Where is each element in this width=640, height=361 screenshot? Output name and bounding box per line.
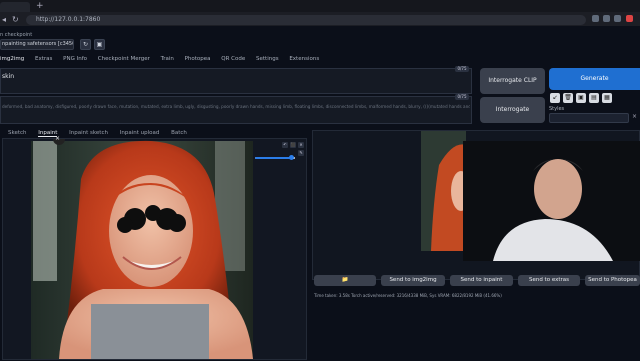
open-folder-icon[interactable]: 📁 — [314, 275, 376, 286]
output-image[interactable] — [313, 131, 640, 281]
negative-prompt-text: deformed, bad anatomy, disfigured, poorl… — [2, 104, 470, 109]
read-params-icon[interactable]: ↙ — [550, 93, 560, 103]
checkpoint-select[interactable]: npainting safetensors [c3450e0] — [0, 39, 74, 50]
apply-style-icon[interactable]: ▤ — [589, 93, 599, 103]
clear-styles-icon[interactable]: × — [632, 113, 637, 120]
output-gallery — [312, 130, 640, 280]
address-bar[interactable]: http://127.0.0.1:7860 — [26, 15, 586, 25]
back-icon[interactable]: ◂ — [2, 15, 6, 24]
tab-extras[interactable]: Extras — [35, 56, 52, 62]
generate-button[interactable]: Generate — [549, 68, 640, 90]
subtab-batch[interactable]: Batch — [171, 130, 187, 136]
send-to-extras-button[interactable]: Send to extras — [518, 275, 580, 286]
subtab-inpaint-upload[interactable]: Inpaint upload — [120, 130, 160, 136]
brush-icon[interactable]: ✎ — [298, 150, 304, 156]
extension-icon[interactable] — [603, 15, 610, 22]
new-tab-button[interactable]: + — [36, 1, 44, 11]
styles-label: Styles — [549, 106, 565, 112]
inpaint-canvas-panel: × ↶ ⬛ ✕ ✎ — [2, 135, 308, 361]
prompt-token-counter: 0/75 — [455, 66, 469, 72]
inpaint-image[interactable] — [3, 139, 308, 361]
negative-prompt-input[interactable]: deformed, bad anatomy, disfigured, poorl… — [0, 94, 472, 124]
reload-icon[interactable]: ↻ — [12, 15, 19, 24]
refresh-icon[interactable]: ↻ — [80, 39, 91, 50]
webui-app: n checkpoint npainting safetensors [c345… — [0, 26, 640, 360]
subtab-inpaint-sketch[interactable]: Inpaint sketch — [69, 130, 108, 136]
interrogate-deepbooru-button[interactable]: Interrogate DeepBooru — [480, 97, 545, 139]
browser-toolbar: + ◂ ↻ http://127.0.0.1:7860 — [0, 0, 640, 26]
brush-size-fill — [255, 157, 291, 159]
extra-networks-icon[interactable]: ▣ — [576, 93, 586, 103]
tab-png-info[interactable]: PNG Info — [63, 56, 87, 62]
tab-photopea[interactable]: Photopea — [185, 56, 211, 62]
prompt-text: skin — [2, 73, 15, 80]
browser-tab[interactable] — [0, 2, 30, 12]
generation-timing: Time taken: 3.58s Torch active/reserved:… — [314, 293, 502, 298]
checkpoint-label: n checkpoint — [0, 32, 33, 38]
trash-icon[interactable]: 🗑 — [563, 93, 573, 103]
interrogate-clip-button[interactable]: Interrogate CLIP — [480, 68, 545, 94]
brush-size-slider[interactable] — [255, 155, 295, 160]
styles-dropdown[interactable] — [549, 113, 629, 123]
tab-qr-code[interactable]: QR Code — [221, 56, 245, 62]
tab-strip: + — [0, 0, 640, 12]
clear-mask-icon[interactable]: ⬛ — [290, 142, 296, 148]
send-to-img2img-button[interactable]: Send to img2img — [381, 275, 445, 286]
url-text: http://127.0.0.1:7860 — [36, 16, 101, 23]
main-tabs: img2img Extras PNG Info Checkpoint Merge… — [0, 56, 328, 65]
tab-settings[interactable]: Settings — [256, 56, 279, 62]
tab-checkpoint-merger[interactable]: Checkpoint Merger — [98, 56, 150, 62]
brush-size-knob[interactable] — [289, 155, 294, 160]
prompt-input[interactable]: skin 0/75 — [0, 66, 472, 94]
subtab-sketch[interactable]: Sketch — [8, 130, 27, 136]
save-style-icon[interactable]: ▦ — [602, 93, 612, 103]
send-to-photopea-button[interactable]: Send to Photopea — [585, 275, 640, 286]
remove-image-icon[interactable]: ✕ — [298, 142, 304, 148]
profile-icon[interactable] — [626, 15, 633, 22]
img2img-subtabs: Sketch Inpaint Inpaint sketch Inpaint up… — [8, 130, 197, 137]
tab-train[interactable]: Train — [161, 56, 174, 62]
save-icon[interactable]: ▣ — [94, 39, 105, 50]
close-image-icon[interactable]: × — [55, 135, 60, 142]
extension-icon[interactable] — [592, 15, 599, 22]
tab-extensions[interactable]: Extensions — [289, 56, 319, 62]
extension-icon[interactable] — [614, 15, 621, 22]
negative-token-counter: 0/75 — [455, 94, 469, 100]
undo-icon[interactable]: ↶ — [282, 142, 288, 148]
send-to-inpaint-button[interactable]: Send to inpaint — [450, 275, 513, 286]
tab-img2img[interactable]: img2img — [0, 56, 24, 62]
